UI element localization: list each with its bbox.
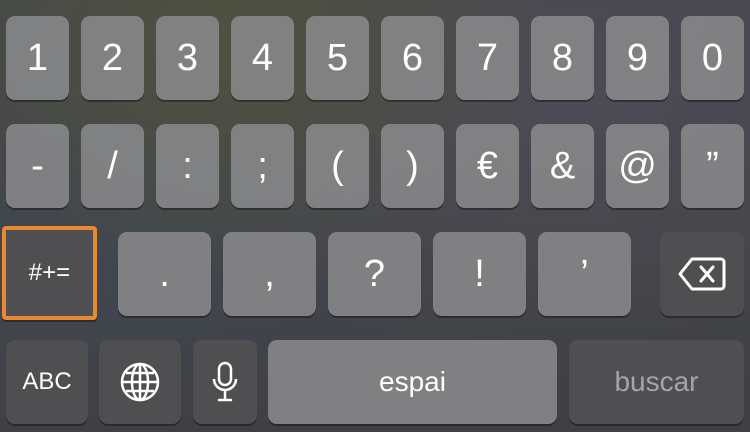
- key-label: 9: [626, 37, 649, 79]
- key-ampersand[interactable]: &: [531, 124, 594, 208]
- key-label: :: [182, 145, 193, 187]
- key-quote[interactable]: ”: [681, 124, 744, 208]
- key-label: -: [31, 145, 44, 187]
- globe-icon: [119, 361, 161, 403]
- key-question[interactable]: ?: [328, 232, 421, 316]
- key-slash[interactable]: /: [81, 124, 144, 208]
- key-label: 2: [101, 37, 124, 79]
- key-semicolon[interactable]: ;: [231, 124, 294, 208]
- delete-key[interactable]: [660, 232, 744, 316]
- keyboard-row-bottom: ABC espai buscar: [0, 340, 750, 426]
- key-colon[interactable]: :: [156, 124, 219, 208]
- globe-key[interactable]: [99, 340, 181, 424]
- key-9[interactable]: 9: [606, 16, 669, 100]
- key-hyphen[interactable]: -: [6, 124, 69, 208]
- keyboard: 1 2 3 4 5 6 7 8 9 0 - / : ; ( ) € & @ ” …: [0, 0, 750, 432]
- key-3[interactable]: 3: [156, 16, 219, 100]
- key-label: 5: [326, 37, 349, 79]
- key-label: @: [618, 145, 657, 187]
- key-label: buscar: [614, 366, 699, 397]
- microphone-icon: [211, 361, 239, 403]
- key-label: ;: [257, 145, 268, 187]
- key-close-paren[interactable]: ): [381, 124, 444, 208]
- key-5[interactable]: 5: [306, 16, 369, 100]
- key-label: /: [107, 145, 118, 187]
- key-label: 1: [26, 37, 49, 79]
- key-label: 4: [251, 37, 274, 79]
- key-at[interactable]: @: [606, 124, 669, 208]
- backspace-icon: [678, 257, 726, 291]
- key-label: 8: [551, 37, 574, 79]
- dictation-key[interactable]: [193, 340, 257, 424]
- key-label: 7: [476, 37, 499, 79]
- key-label: 6: [401, 37, 424, 79]
- key-4[interactable]: 4: [231, 16, 294, 100]
- key-7[interactable]: 7: [456, 16, 519, 100]
- key-period[interactable]: .: [118, 232, 211, 316]
- key-label: .: [159, 253, 170, 295]
- key-2[interactable]: 2: [81, 16, 144, 100]
- key-open-paren[interactable]: (: [306, 124, 369, 208]
- key-label: ?: [363, 253, 386, 295]
- key-label: ABC: [22, 368, 72, 395]
- key-label: !: [474, 253, 485, 295]
- key-0[interactable]: 0: [681, 16, 744, 100]
- key-label: &: [549, 145, 576, 187]
- key-label: (: [331, 145, 344, 187]
- keyboard-row-symbols: - / : ; ( ) € & @ ”: [0, 124, 750, 208]
- search-return-key[interactable]: buscar: [569, 340, 744, 424]
- key-6[interactable]: 6: [381, 16, 444, 100]
- key-8[interactable]: 8: [531, 16, 594, 100]
- key-label: ,: [264, 253, 275, 295]
- key-label: 0: [701, 37, 724, 79]
- space-key[interactable]: espai: [268, 340, 557, 424]
- abc-key[interactable]: ABC: [6, 340, 88, 424]
- key-label: €: [476, 145, 499, 187]
- key-comma[interactable]: ,: [223, 232, 316, 316]
- key-label: ’: [580, 253, 589, 295]
- keyboard-row-numbers: 1 2 3 4 5 6 7 8 9 0: [0, 16, 750, 100]
- key-label: espai: [379, 366, 446, 397]
- key-exclamation[interactable]: !: [433, 232, 526, 316]
- key-label: #+=: [28, 259, 71, 286]
- key-euro[interactable]: €: [456, 124, 519, 208]
- key-label: ”: [706, 145, 719, 187]
- key-label: ): [406, 145, 419, 187]
- key-label: 3: [176, 37, 199, 79]
- more-symbols-toggle-key[interactable]: #+=: [2, 226, 97, 320]
- key-apostrophe[interactable]: ’: [538, 232, 631, 316]
- key-1[interactable]: 1: [6, 16, 69, 100]
- keyboard-row-punctuation: #+= . , ? ! ’: [0, 226, 750, 320]
